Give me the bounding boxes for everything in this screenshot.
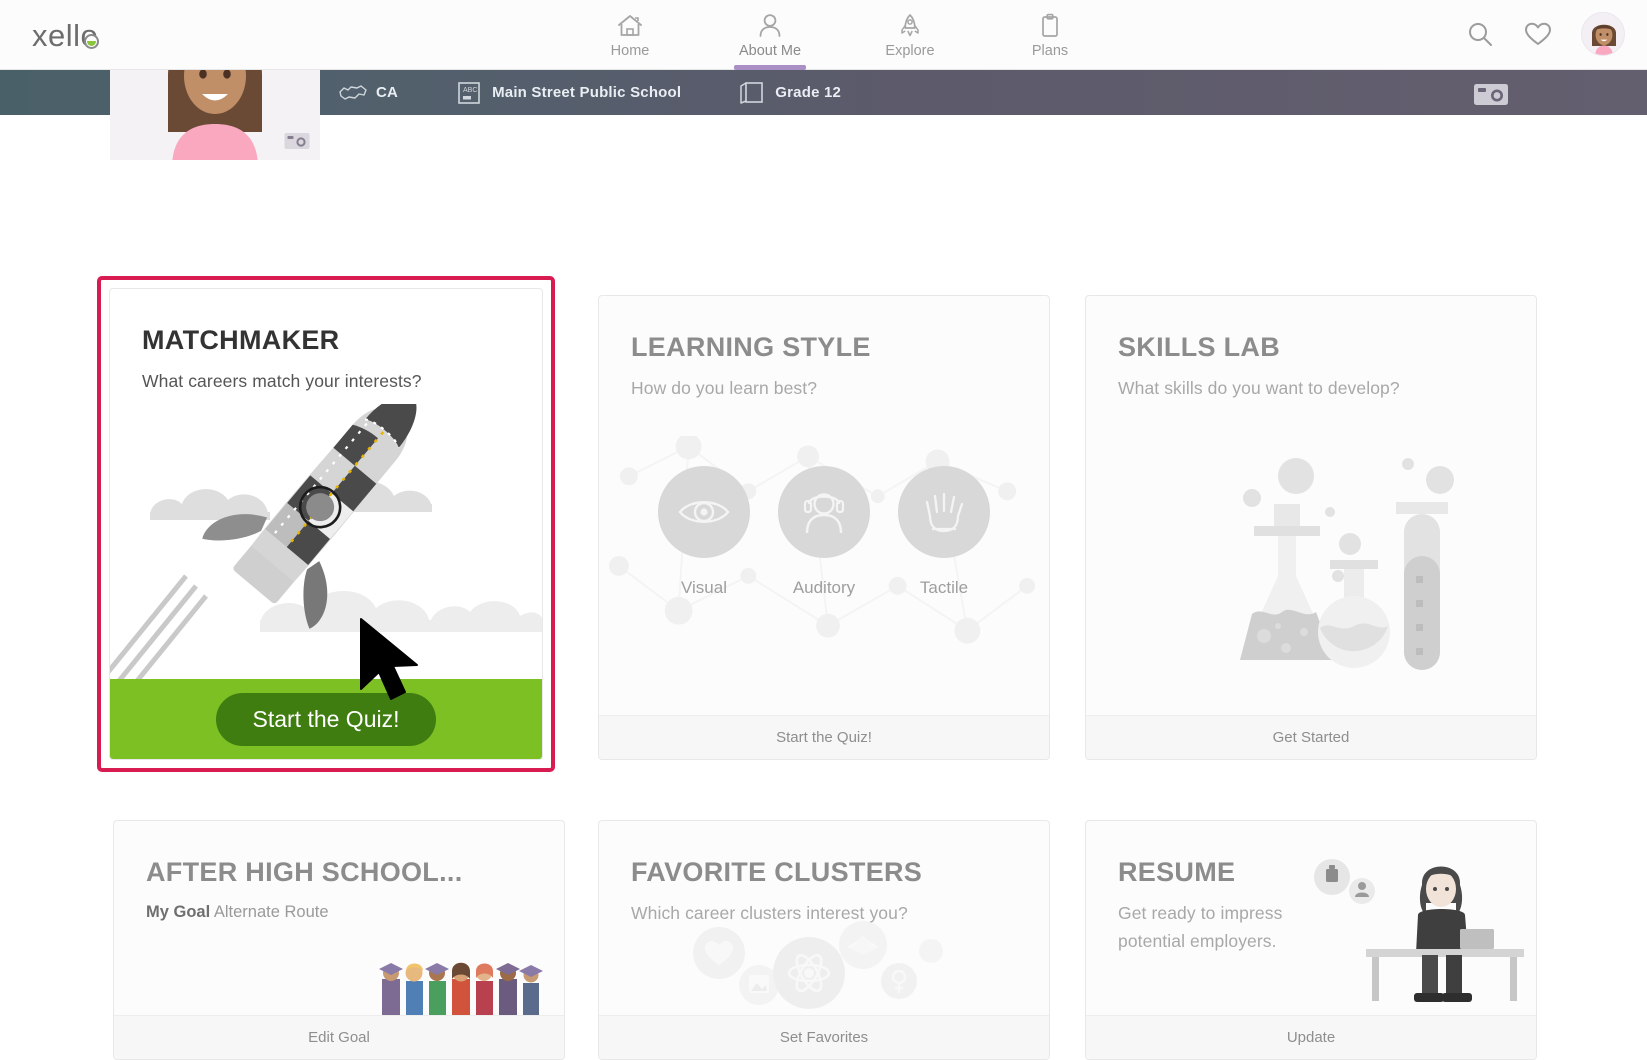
start-the-quiz-button[interactable]: Start the Quiz! xyxy=(216,692,436,746)
resume-footer-action[interactable]: Update xyxy=(1086,1015,1536,1059)
heart-icon[interactable] xyxy=(1523,20,1553,48)
logo-dot-icon xyxy=(84,33,100,49)
nav-item-plans[interactable]: Plans xyxy=(980,5,1120,70)
active-tab-indicator xyxy=(734,65,806,70)
after-high-school-footer-action[interactable]: Edit Goal xyxy=(114,1015,564,1059)
matchmaker-subtitle: What careers match your interests? xyxy=(142,371,422,391)
hand-icon xyxy=(898,466,990,558)
headphones-icon xyxy=(778,466,870,558)
banner-info: CA ABC Main Street Public School Grade 1… xyxy=(330,70,841,115)
learning-style-title: LEARNING STYLE xyxy=(631,332,871,362)
clipboard-icon xyxy=(1035,11,1065,39)
search-icon[interactable] xyxy=(1465,19,1495,49)
after-high-school-goal: My Goal Alternate Route xyxy=(146,903,329,922)
banner-school-label: Main Street Public School xyxy=(492,84,682,101)
avatar[interactable] xyxy=(1581,12,1625,56)
header-actions xyxy=(1465,12,1625,56)
learning-mode-tactile-label: Tactile xyxy=(919,578,969,597)
skills-lab-title: SKILLS LAB xyxy=(1118,332,1280,362)
learning-mode-visual-label: Visual xyxy=(681,578,727,597)
book-icon xyxy=(729,79,775,107)
learning-style-footer-action[interactable]: Start the Quiz! xyxy=(599,715,1049,759)
matchmaker-title: MATCHMAKER xyxy=(142,325,340,355)
rocket-illustration xyxy=(110,404,542,694)
nav-label-about-me: About Me xyxy=(738,43,802,59)
learning-mode-auditory-label: Auditory xyxy=(792,578,856,597)
favorite-clusters-card[interactable]: FAVORITE CLUSTERS Which career clusters … xyxy=(598,820,1050,1060)
top-header: xello Home About Me Explore Plans xyxy=(0,0,1647,70)
skills-lab-card[interactable]: SKILLS LAB What skills do you want to de… xyxy=(1085,295,1537,760)
skills-lab-subtitle: What skills do you want to develop? xyxy=(1118,378,1400,398)
desk-person-illustration xyxy=(1314,859,1524,1002)
nav-item-home[interactable]: Home xyxy=(560,5,700,70)
person-icon xyxy=(755,11,785,39)
learning-modes: Visual Auditory Tactile xyxy=(599,466,1049,598)
banner-grade-label: Grade 12 xyxy=(775,84,842,101)
nav-item-about-me[interactable]: About Me xyxy=(700,5,840,70)
eye-icon xyxy=(658,466,750,558)
banner-country-label: CA xyxy=(376,84,399,101)
learning-mode-auditory[interactable]: Auditory xyxy=(778,466,870,598)
goal-label: My Goal xyxy=(146,903,211,921)
learning-mode-visual[interactable]: Visual xyxy=(658,466,750,598)
camera-icon[interactable] xyxy=(1473,80,1509,106)
favorite-clusters-title: FAVORITE CLUSTERS xyxy=(631,857,923,887)
svg-text:ABC: ABC xyxy=(463,87,477,94)
favorite-clusters-footer-action[interactable]: Set Favorites xyxy=(599,1015,1049,1059)
photo-camera-icon[interactable] xyxy=(284,131,310,150)
matchmaker-footer[interactable]: Start the Quiz! xyxy=(110,679,542,759)
rocket-icon xyxy=(895,11,925,39)
profile-photo-card[interactable] xyxy=(110,60,320,160)
app-logo[interactable]: xello xyxy=(32,18,100,54)
lab-flasks-illustration xyxy=(1240,458,1454,670)
skills-lab-footer-action[interactable]: Get Started xyxy=(1086,715,1536,759)
goal-value: Alternate Route xyxy=(213,903,329,921)
home-icon xyxy=(615,11,645,39)
banner-school[interactable]: ABC Main Street Public School xyxy=(446,70,681,115)
nav-item-explore[interactable]: Explore xyxy=(840,5,980,70)
after-high-school-card[interactable]: AFTER HIGH SCHOOL... My Goal Alternate R… xyxy=(113,820,565,1060)
learning-mode-tactile[interactable]: Tactile xyxy=(898,466,990,598)
graduates-illustration xyxy=(379,962,543,1015)
banner-grade[interactable]: Grade 12 xyxy=(729,70,841,115)
resume-subtitle-line1: Get ready to impress xyxy=(1118,903,1283,923)
nav-label-explore: Explore xyxy=(885,43,935,59)
matchmaker-card[interactable]: MATCHMAKER What careers match your inter… xyxy=(109,288,543,760)
abc-book-icon: ABC xyxy=(446,79,492,107)
banner-country[interactable]: CA xyxy=(330,70,398,115)
resume-title: RESUME xyxy=(1118,857,1236,887)
after-high-school-title: AFTER HIGH SCHOOL... xyxy=(146,857,463,887)
learning-style-subtitle: How do you learn best? xyxy=(631,378,818,398)
main-navigation: Home About Me Explore Plans xyxy=(560,5,1120,70)
main-content: MATCHMAKER What careers match your inter… xyxy=(0,115,1647,1060)
nav-label-plans: Plans xyxy=(1031,43,1069,59)
resume-card[interactable]: RESUME Get ready to impress potential em… xyxy=(1085,820,1537,1060)
nav-label-home: Home xyxy=(610,43,650,59)
cluster-icons-illustration xyxy=(693,921,943,1009)
resume-subtitle-line2: potential employers. xyxy=(1118,931,1277,951)
learning-style-card[interactable]: LEARNING STYLE How do you learn best? Vi… xyxy=(598,295,1050,760)
map-icon xyxy=(330,81,376,105)
